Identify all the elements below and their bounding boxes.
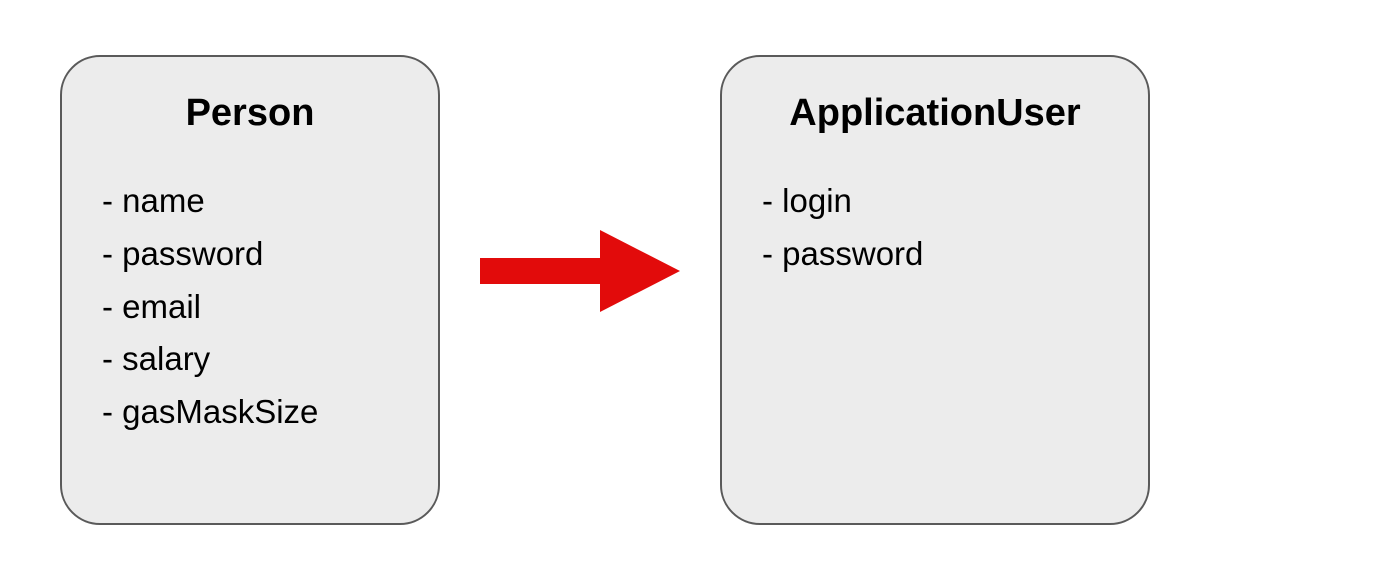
class-title: Person (102, 92, 398, 135)
arrow-right-icon (480, 225, 680, 315)
attribute-item: - gasMaskSize (102, 386, 398, 439)
class-box-person: Person - name - password - email - salar… (60, 55, 440, 525)
class-box-applicationuser: ApplicationUser - login - password (720, 55, 1150, 525)
diagram-container: Person - name - password - email - salar… (0, 0, 1376, 580)
attribute-list: - login - password (762, 175, 1108, 281)
attribute-list: - name - password - email - salary - gas… (102, 175, 398, 439)
attribute-item: - password (102, 228, 398, 281)
attribute-item: - salary (102, 333, 398, 386)
attribute-item: - name (102, 175, 398, 228)
mapping-arrow (480, 225, 680, 315)
attribute-item: - password (762, 228, 1108, 281)
attribute-item: - login (762, 175, 1108, 228)
attribute-item: - email (102, 281, 398, 334)
class-title: ApplicationUser (762, 92, 1108, 135)
